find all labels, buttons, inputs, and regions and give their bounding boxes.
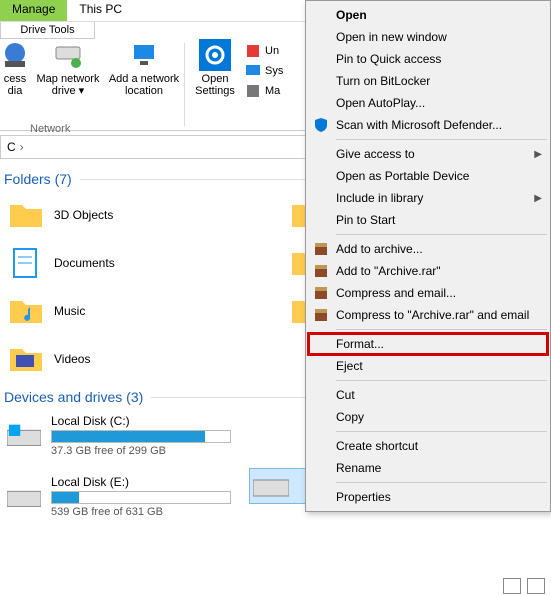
- context-menu: Open Open in new window Pin to Quick acc…: [305, 0, 551, 512]
- uninstall-button[interactable]: Un: [245, 43, 283, 59]
- drive-name: Local Disk (C:): [51, 414, 231, 428]
- map-network-drive-button[interactable]: Map networkdrive ▾: [30, 39, 106, 130]
- chevron-right-icon: ›: [20, 140, 24, 154]
- ctx-defender[interactable]: Scan with Microsoft Defender...: [308, 114, 548, 136]
- details-view-button[interactable]: [503, 578, 521, 594]
- ctx-include-library[interactable]: Include in library▶: [308, 187, 548, 209]
- chevron-right-icon: ▶: [534, 149, 542, 160]
- ctx-pin-start[interactable]: Pin to Start: [308, 209, 548, 231]
- breadcrumb-root[interactable]: C: [7, 140, 16, 154]
- archive-icon: [313, 307, 329, 323]
- ctx-compress-email[interactable]: Compress and email...: [308, 282, 548, 304]
- view-switcher: [503, 578, 545, 594]
- videos-icon: [8, 341, 44, 377]
- folder-item[interactable]: Music: [4, 289, 266, 333]
- ctx-portable-device[interactable]: Open as Portable Device: [308, 165, 548, 187]
- ribbon-small-buttons: Un Sys Ma: [243, 39, 285, 130]
- ctx-copy[interactable]: Copy: [308, 406, 548, 428]
- folder-item[interactable]: 3D Objects: [4, 193, 266, 237]
- tab-drivetools[interactable]: Drive Tools: [0, 22, 95, 39]
- add-network-location-button[interactable]: Add a networklocation: [106, 39, 182, 130]
- ctx-pin-quick-access[interactable]: Pin to Quick access: [308, 48, 548, 70]
- ctx-rename[interactable]: Rename: [308, 457, 548, 479]
- open-settings-button[interactable]: OpenSettings: [187, 39, 243, 130]
- folder-item[interactable]: Documents: [4, 241, 266, 285]
- drive-network-icon: [52, 39, 84, 71]
- archive-icon: [313, 285, 329, 301]
- manage-button[interactable]: Ma: [245, 83, 283, 99]
- capacity-bar: [51, 430, 231, 443]
- ctx-create-shortcut[interactable]: Create shortcut: [308, 435, 548, 457]
- ctx-add-rar[interactable]: Add to "Archive.rar": [308, 260, 548, 282]
- tab-thispc[interactable]: This PC: [67, 0, 134, 21]
- ctx-autoplay[interactable]: Open AutoPlay...: [308, 92, 548, 114]
- ctx-open[interactable]: Open: [308, 4, 548, 26]
- ctx-open-new-window[interactable]: Open in new window: [308, 26, 548, 48]
- drive-icon: [253, 472, 289, 500]
- network-location-icon: [128, 39, 160, 71]
- ribbon-group-network: Network: [28, 118, 72, 136]
- media-button[interactable]: cessdia: [0, 39, 30, 130]
- drive-item[interactable]: Local Disk (E:) 539 GB free of 631 GB: [4, 472, 234, 521]
- system-icon: [245, 63, 261, 79]
- music-icon: [8, 293, 44, 329]
- capacity-bar: [51, 491, 231, 504]
- drive-icon: [7, 483, 41, 511]
- ctx-properties[interactable]: Properties: [308, 486, 548, 508]
- uninstall-icon: [245, 43, 261, 59]
- ctx-eject[interactable]: Eject: [308, 355, 548, 377]
- ctx-compress-rar-email[interactable]: Compress to "Archive.rar" and email: [308, 304, 548, 326]
- archive-icon: [313, 263, 329, 279]
- ctx-bitlocker[interactable]: Turn on BitLocker: [308, 70, 548, 92]
- drive-free: 539 GB free of 631 GB: [51, 506, 231, 518]
- system-button[interactable]: Sys: [245, 63, 283, 79]
- media-icon: [0, 39, 31, 71]
- ctx-format[interactable]: Format...: [308, 333, 548, 355]
- archive-icon: [313, 241, 329, 257]
- manage-icon: [245, 83, 261, 99]
- os-drive-icon: [7, 422, 41, 450]
- folder-item[interactable]: Videos: [4, 337, 266, 381]
- drive-name: Local Disk (E:): [51, 475, 231, 489]
- ctx-give-access[interactable]: Give access to▶: [308, 143, 548, 165]
- drive-free: 37.3 GB free of 299 GB: [51, 445, 231, 457]
- folder-icon: [8, 197, 44, 233]
- documents-icon: [8, 245, 44, 281]
- gear-icon: [199, 39, 231, 71]
- shield-icon: [313, 117, 329, 133]
- chevron-right-icon: ▶: [534, 193, 542, 204]
- ctx-add-archive[interactable]: Add to archive...: [308, 238, 548, 260]
- tiles-view-button[interactable]: [527, 578, 545, 594]
- ctx-cut[interactable]: Cut: [308, 384, 548, 406]
- drive-item[interactable]: Local Disk (C:) 37.3 GB free of 299 GB: [4, 411, 234, 460]
- tab-manage[interactable]: Manage: [0, 0, 67, 21]
